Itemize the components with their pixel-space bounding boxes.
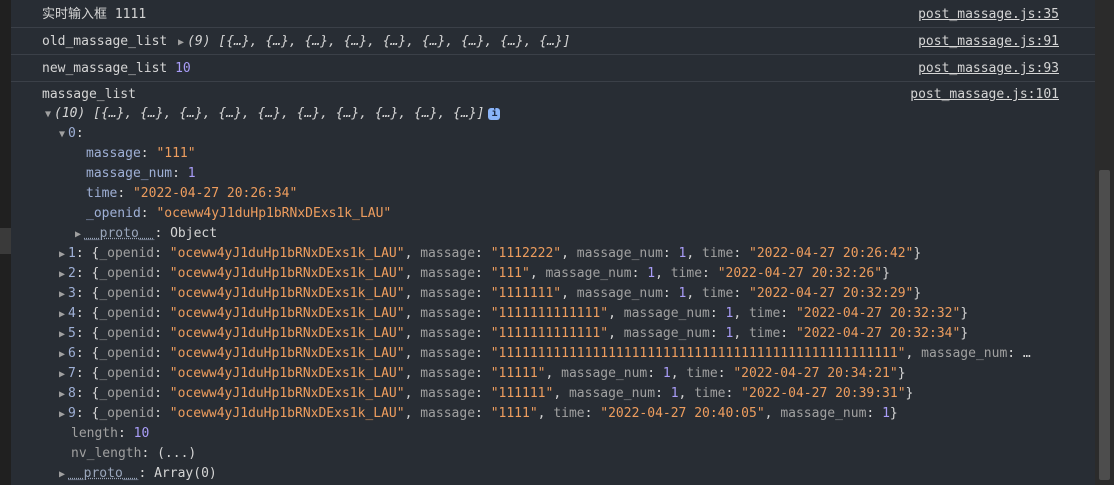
expand-triangle-icon[interactable]: ▶ [56, 285, 68, 305]
nv-length-prop[interactable]: nv_length: (...) [71, 444, 196, 464]
array-item-row[interactable]: ▶ 5: {_openid: "oceww4yJ1duHp1bRNxDExs1k_… [56, 324, 968, 344]
item-0-prop: massage: "111" [86, 146, 196, 161]
item-0-prop: _openid: "oceww4yJ1duHp1bRNxDExs1k_LAU" [86, 206, 392, 221]
array-item-row[interactable]: ▶ 4: {_openid: "oceww4yJ1duHp1bRNxDExs1k_… [56, 304, 968, 324]
collapse-triangle-icon[interactable]: ▼ [56, 125, 68, 145]
console-message-expanded: massage_list post_massage.js:101 ▼ (10) [… [11, 86, 1095, 485]
array-item-row[interactable]: ▶ 9: {_openid: "oceww4yJ1duHp1bRNxDExs1k_… [56, 404, 898, 424]
item-0-prop: time: "2022-04-27 20:26:34" [86, 186, 298, 201]
console-message-text: new_massage_list 10 [42, 61, 191, 76]
length-prop: length: 10 [71, 426, 150, 441]
array-item-row[interactable]: ▶ 2: {_openid: "oceww4yJ1duHp1bRNxDExs1k_… [56, 264, 890, 284]
info-icon[interactable]: i [488, 107, 501, 120]
source-link[interactable]: post_massage.js:91 [918, 33, 1059, 51]
expand-triangle-icon[interactable]: ▶ [56, 385, 68, 405]
item-0-proto[interactable]: ▶ __proto__: Object [72, 224, 217, 244]
source-link[interactable]: post_massage.js:101 [910, 86, 1059, 104]
expand-triangle-icon[interactable]: ▶ [175, 34, 187, 52]
item-0-prop: massage_num: 1 [86, 166, 196, 181]
item-0-header[interactable]: ▼ 0: [56, 124, 84, 144]
array-header[interactable]: ▼ (10) [{…}, {…}, {…}, {…}, {…}, {…}, {…}… [42, 104, 501, 125]
console-message: old_massage_list ▶ (9) [{…}, {…}, {…}, {…… [11, 33, 1095, 55]
vertical-scrollbar[interactable] [1095, 0, 1114, 485]
array-item-row[interactable]: ▶ 1: {_openid: "oceww4yJ1duHp1bRNxDExs1k_… [56, 244, 921, 264]
array-item-row[interactable]: ▶ 8: {_openid: "oceww4yJ1duHp1bRNxDExs1k_… [56, 384, 913, 404]
expand-triangle-icon[interactable]: ▶ [56, 245, 68, 265]
expand-triangle-icon[interactable]: ▶ [56, 325, 68, 345]
array-item-row[interactable]: ▶ 3: {_openid: "oceww4yJ1duHp1bRNxDExs1k_… [56, 284, 921, 304]
array-item-row[interactable]: ▶ 6: {_openid: "oceww4yJ1duHp1bRNxDExs1k_… [56, 344, 1031, 364]
expand-triangle-icon[interactable]: ▶ [56, 365, 68, 385]
expand-triangle-icon[interactable]: ▶ [56, 465, 68, 485]
gutter-resize-handle[interactable] [0, 228, 11, 254]
scrollbar-thumb[interactable] [1099, 170, 1110, 480]
console-panel: 实时输入框 1111 post_massage.js:35 old_massag… [11, 0, 1095, 485]
expand-triangle-icon[interactable]: ▶ [56, 345, 68, 365]
left-gutter [0, 0, 11, 485]
expand-triangle-icon[interactable]: ▶ [56, 305, 68, 325]
expand-triangle-icon[interactable]: ▶ [56, 405, 68, 425]
console-message-text: 实时输入框 1111 [42, 7, 147, 22]
console-message-text: old_massage_list ▶ (9) [{…}, {…}, {…}, {…… [42, 33, 571, 52]
expand-triangle-icon[interactable]: ▶ [72, 225, 84, 245]
expand-triangle-icon[interactable]: ▶ [56, 265, 68, 285]
array-item-row[interactable]: ▶ 7: {_openid: "oceww4yJ1duHp1bRNxDExs1k_… [56, 364, 906, 384]
console-message: new_massage_list 10 post_massage.js:93 [11, 60, 1095, 82]
array-proto[interactable]: ▶ __proto__: Array(0) [56, 464, 217, 484]
source-link[interactable]: post_massage.js:35 [918, 6, 1059, 24]
source-link[interactable]: post_massage.js:93 [918, 60, 1059, 78]
collapse-triangle-icon[interactable]: ▼ [42, 105, 54, 125]
console-message: 实时输入框 1111 post_massage.js:35 [11, 6, 1095, 28]
console-message-text: massage_list [42, 87, 136, 102]
